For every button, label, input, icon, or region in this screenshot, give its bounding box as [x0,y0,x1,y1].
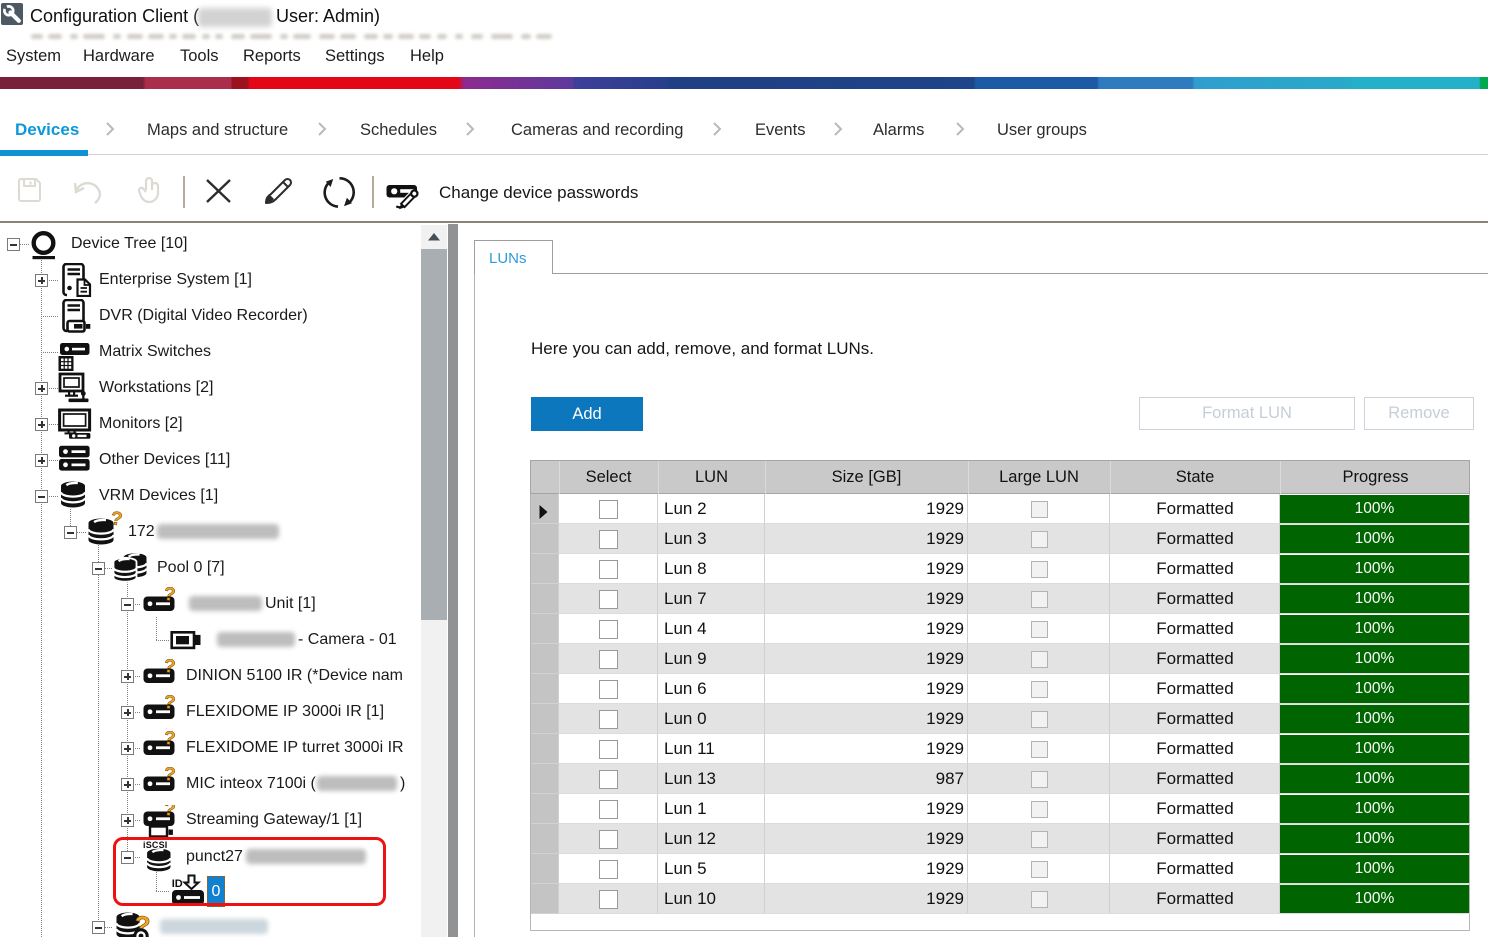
svg-text:?: ? [109,511,123,531]
svg-text:?: ? [162,695,176,714]
svg-text:?: ? [162,587,176,606]
svg-text:?: ? [162,767,176,786]
svg-text:?: ? [162,805,176,821]
svg-text:?: ? [162,731,176,750]
svg-text:?: ? [162,659,176,678]
